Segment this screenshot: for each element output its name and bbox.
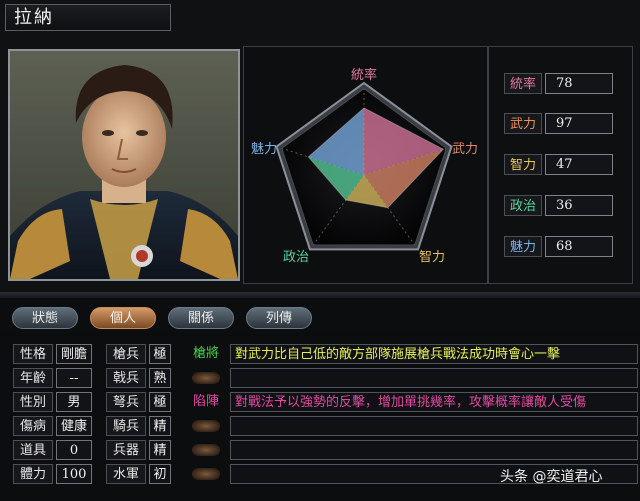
aptitude-label: 弩兵 [106,392,146,412]
aptitude-label: 騎兵 [106,416,146,436]
stat-row-war: 武力 97 [504,113,619,134]
stat-row-leadership: 統率 78 [504,73,619,94]
radar-label-war: 武力 [452,142,478,157]
personal-value: 男 [56,392,92,412]
personal-label: 性格 [13,344,53,364]
empty-slot-icon [192,372,220,384]
radar-label-intelligence: 智力 [419,250,445,265]
tab-bar: 狀態 個人 關係 列傳 [0,300,640,334]
aptitude-value: 極 [149,344,171,364]
stat-label: 統率 [504,73,542,94]
empty-slot-icon [192,420,220,432]
skill-slot-empty [186,440,226,460]
skill-description [230,416,638,436]
stat-value: 78 [545,73,613,94]
skill-slot-empty [186,368,226,388]
skill-description [230,368,638,388]
tab-relations[interactable]: 關係 [168,307,234,329]
skill-row[interactable] [186,368,638,388]
skill-description: 對戰法予以強勢的反擊，增加單挑幾率，攻擊概率讓敵人受傷 [230,392,638,412]
aptitude-value: 初 [149,464,171,484]
skill-row[interactable]: 陷陣 對戰法予以強勢的反擊，增加單挑幾率，攻擊概率讓敵人受傷 [186,392,638,412]
radar-label-politics: 政治 [283,250,309,265]
stat-label: 魅力 [504,236,542,257]
watermark: 头条 @奕道君心 [500,469,603,485]
personal-value: 0 [56,440,92,460]
stats-list: 統率 78 武力 97 智力 47 政治 36 魅力 68 [488,46,633,284]
portrait [8,49,240,281]
stat-row-charm: 魅力 68 [504,236,619,257]
personal-value: 100 [56,464,92,484]
stat-label: 政治 [504,195,542,216]
aptitude-value: 極 [149,392,171,412]
stat-row-intelligence: 智力 47 [504,154,619,175]
personal-label: 性別 [13,392,53,412]
personal-label: 年齡 [13,368,53,388]
skill-name: 槍將 [192,346,219,361]
stat-label: 智力 [504,154,542,175]
personal-value: -- [56,368,92,388]
aptitude-value: 精 [149,440,171,460]
personal-label: 道具 [13,440,53,460]
character-panel: 拉納 統率 武力 智力 政治 魅力 統率 78 武力 97 智力 47 政治 3… [0,0,640,292]
personal-label: 體力 [13,464,53,484]
stat-value: 36 [545,195,613,216]
stat-row-politics: 政治 36 [504,195,619,216]
aptitude-label: 水軍 [106,464,146,484]
aptitude-label: 槍兵 [106,344,146,364]
empty-slot-icon [192,468,220,480]
section-divider [0,292,640,298]
character-name: 拉納 [5,4,171,31]
skill-row[interactable] [186,440,638,460]
personal-label: 傷病 [13,416,53,436]
tab-status[interactable]: 狀態 [12,307,78,329]
skill-description: 對武力比自己低的敵方部隊施展槍兵戰法成功時會心一擊 [230,344,638,364]
aptitude-label: 戟兵 [106,368,146,388]
tab-biography[interactable]: 列傳 [246,307,312,329]
skill-slot-empty [186,416,226,436]
radar-label-charm: 魅力 [251,142,277,157]
skill-row[interactable]: 槍將 對武力比自己低的敵方部隊施展槍兵戰法成功時會心一擊 [186,344,638,364]
stat-value: 68 [545,236,613,257]
tab-personal[interactable]: 個人 [90,307,156,329]
personal-value: 剛膽 [56,344,92,364]
skill-description [230,440,638,460]
stat-value: 97 [545,113,613,134]
personal-value: 健康 [56,416,92,436]
radar-chart: 統率武力智力 政治 魅力 [243,46,488,284]
empty-slot-icon [192,444,220,456]
radar-label-leadership: 統率 [351,67,377,83]
stat-value: 47 [545,154,613,175]
skill-row[interactable] [186,416,638,436]
aptitude-label: 兵器 [106,440,146,460]
skill-name: 陷陣 [192,394,219,409]
aptitude-value: 熟 [149,368,171,388]
skill-slot-empty [186,464,226,484]
aptitude-value: 精 [149,416,171,436]
stat-label: 武力 [504,113,542,134]
